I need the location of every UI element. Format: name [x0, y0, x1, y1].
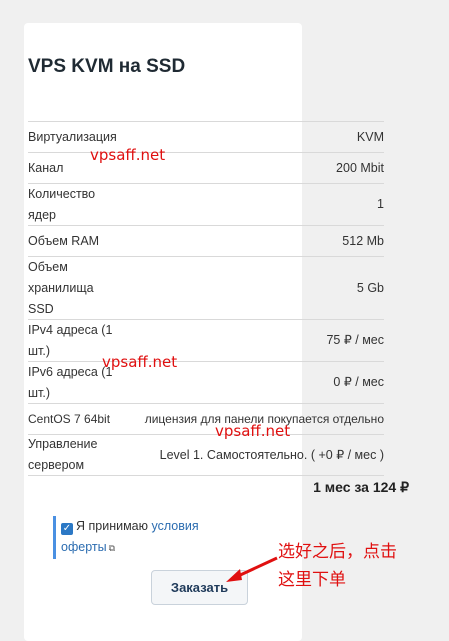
spec-label: Объем RAM — [28, 233, 100, 248]
checkbox-checked-icon[interactable]: ✓ — [61, 523, 73, 535]
spec-row-os: CentOS 7 64bit лицензия для панели покуп… — [28, 403, 384, 434]
spec-row-ipv6: IPv6 адреса (1 шт.) 0 ₽ / мес — [28, 361, 384, 403]
external-link-icon: ⧉ — [108, 543, 116, 553]
spec-value: 75 ₽ / мес — [326, 333, 384, 347]
spec-row-virtualization: Виртуализация KVM — [28, 121, 384, 152]
red-arrow-icon — [226, 556, 278, 582]
spec-label: Количество ядер — [28, 186, 96, 222]
watermark: vpsaff.net — [90, 146, 166, 164]
spec-row-ipv4: IPv4 адреса (1 шт.) 75 ₽ / мес — [28, 319, 384, 361]
spec-value: Level 1. Самостоятельно. ( +0 ₽ / мес ) — [159, 447, 384, 462]
spec-label: Объем хранилища SSD — [28, 259, 94, 316]
spec-row-management: Управление сервером Level 1. Самостоятел… — [28, 434, 384, 476]
spec-value: 0 ₽ / мес — [333, 375, 384, 389]
spec-row-channel: Канал 200 Mbit — [28, 152, 384, 183]
spec-value: 5 Gb — [356, 280, 384, 295]
spec-table: Виртуализация KVM Канал 200 Mbit Количес… — [28, 121, 384, 476]
spec-label: Виртуализация — [28, 129, 117, 144]
total-price: 1 мес за 124 ₽ — [313, 479, 409, 495]
spec-value: 200 Mbit — [336, 160, 384, 175]
consent-text: Я принимаю — [76, 519, 149, 533]
spec-label: CentOS 7 64bit — [28, 411, 111, 426]
annotation-note: 选好之后，点击 这里下单 — [278, 538, 397, 594]
offer-link[interactable]: оферты — [61, 540, 107, 554]
annotation-line-1: 选好之后，点击 — [278, 542, 397, 562]
spec-label: Канал — [28, 160, 64, 175]
annotation-line-2: 这里下单 — [278, 570, 346, 590]
spec-value: 512 Mb — [342, 233, 384, 248]
terms-consent: ✓ Я принимаю условия оферты ⧉ — [53, 516, 221, 559]
spec-label: Управление сервером — [28, 437, 98, 472]
spec-row-storage: Объем хранилища SSD 5 Gb — [28, 256, 384, 319]
terms-link[interactable]: условия — [152, 519, 199, 533]
watermark: vpsaff.net — [215, 422, 291, 440]
spec-row-cores: Количество ядер 1 — [28, 183, 384, 225]
spec-row-ram: Объем RAM 512 Mb — [28, 225, 384, 256]
product-title: VPS KVM на SSD — [28, 56, 186, 77]
watermark: vpsaff.net — [102, 353, 178, 371]
spec-value: 1 — [377, 197, 384, 211]
spec-value: KVM — [356, 129, 384, 144]
